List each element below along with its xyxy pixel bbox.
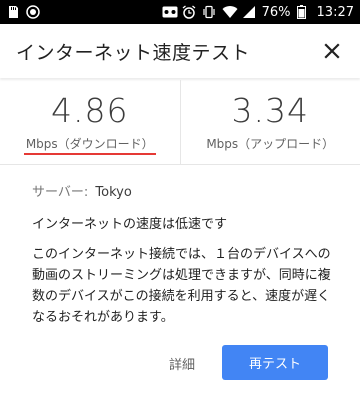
record-icon — [26, 5, 40, 19]
retest-button[interactable]: 再テスト — [222, 345, 328, 380]
battery-icon — [296, 5, 311, 19]
alarm-icon — [182, 5, 196, 19]
download-label-wrap: Mbps（ダウンロード） — [23, 135, 156, 155]
battery-percent: 76% — [261, 4, 291, 20]
status-bar: 76% 13:27 — [0, 0, 360, 24]
close-icon — [324, 43, 340, 59]
close-button[interactable] — [320, 39, 344, 63]
upload-speed: 3.34 Mbps（アップロード） — [179, 80, 360, 164]
upload-label: Mbps（アップロード） — [206, 136, 335, 151]
server-info: サーバー: Tokyo — [32, 181, 132, 200]
dialog-header: インターネット速度テスト — [0, 24, 360, 78]
speed-description: このインターネット接続では、１台のデバイスへの動画のストリーミングは処理できます… — [32, 247, 331, 325]
page-title: インターネット速度テスト — [16, 41, 251, 64]
download-value: 4.86 — [51, 90, 129, 130]
status-bar-right: 76% 13:27 — [162, 5, 354, 20]
wifi-icon — [222, 5, 238, 19]
signal-icon — [242, 5, 256, 19]
voicemail-icon — [162, 5, 178, 19]
details-button[interactable]: 詳細 — [162, 345, 202, 381]
speed-results: 4.86 Mbps（ダウンロード） 3.34 Mbps（アップロード） — [0, 80, 360, 164]
speed-status: インターネットの速度は低速です — [32, 217, 228, 232]
sd-card-icon — [6, 5, 20, 19]
status-bar-left — [6, 5, 40, 19]
clock: 13:27 — [316, 4, 354, 20]
vibrate-icon — [202, 5, 216, 19]
download-speed: 4.86 Mbps（ダウンロード） — [0, 80, 180, 164]
server-value: Tokyo — [95, 185, 132, 200]
divider — [0, 164, 360, 165]
server-label: サーバー: — [32, 185, 89, 200]
download-label: Mbps（ダウンロード） — [25, 136, 154, 151]
download-underline — [23, 152, 156, 155]
upload-value: 3.34 — [231, 90, 309, 130]
